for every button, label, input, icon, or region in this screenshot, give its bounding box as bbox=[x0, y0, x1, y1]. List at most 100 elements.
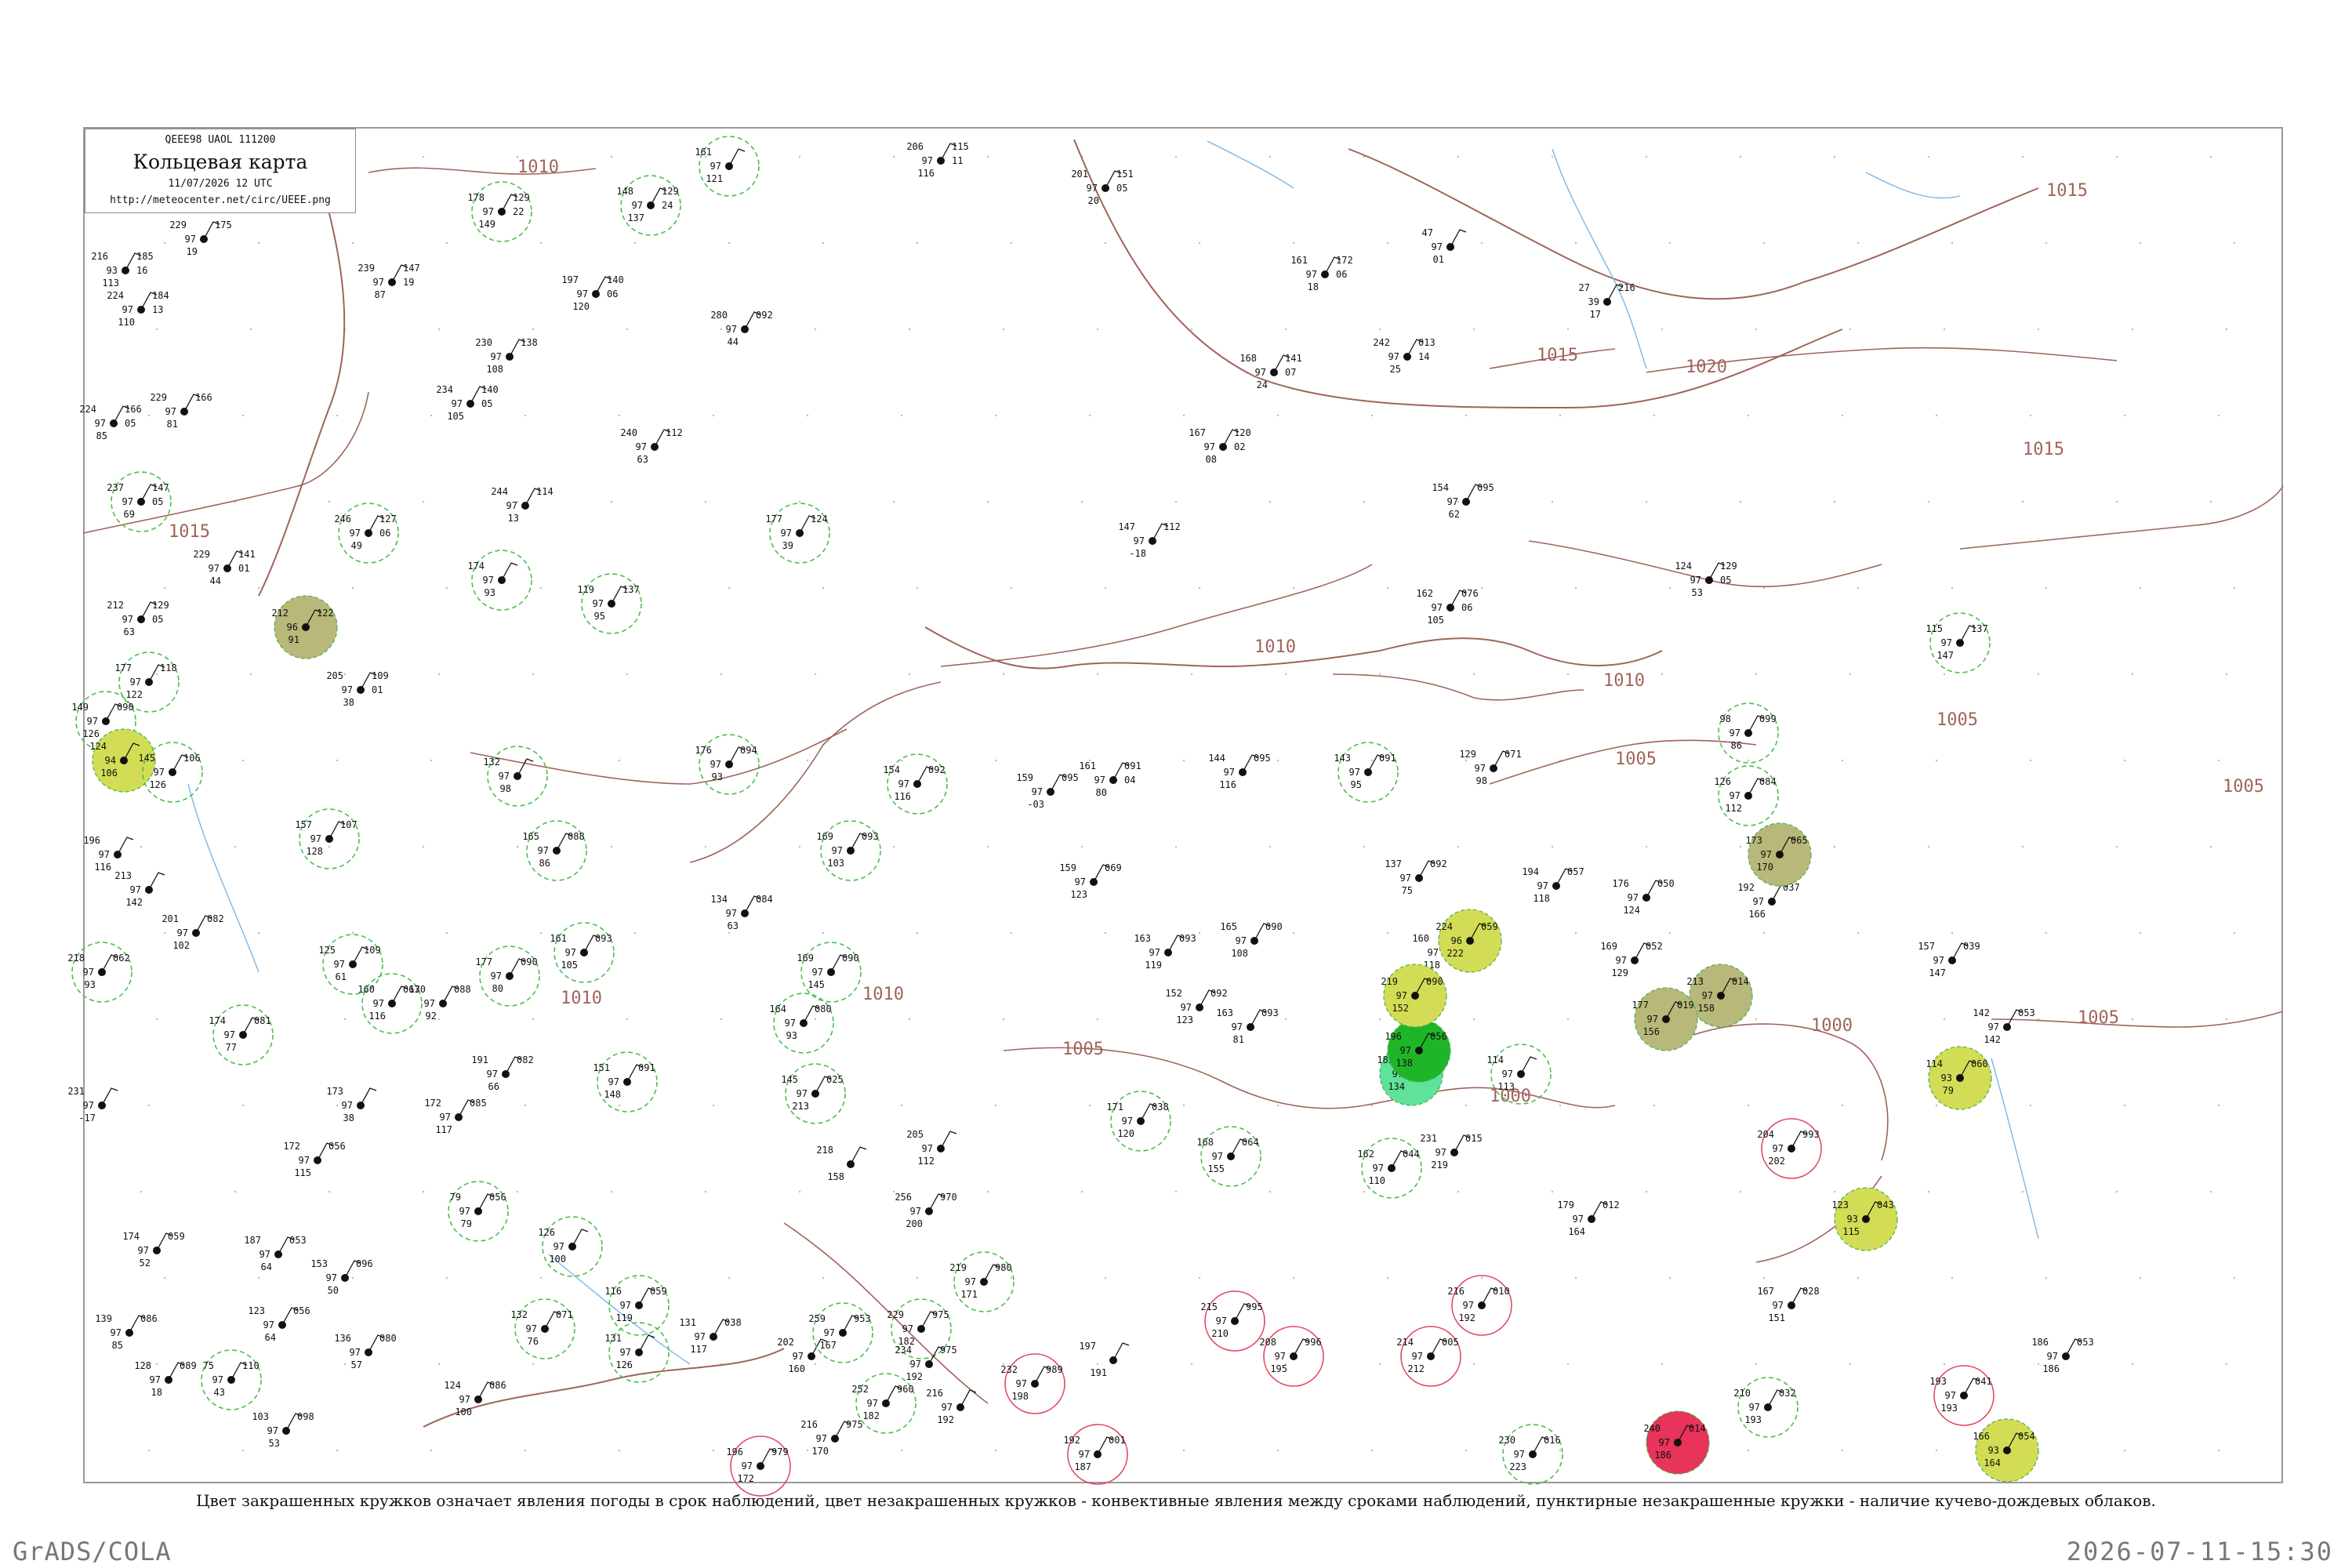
station[interactable]: 194 057 97 118 bbox=[1522, 866, 1584, 904]
station[interactable]: 47 97 01 bbox=[1422, 227, 1467, 265]
station[interactable]: 136 080 9757 bbox=[334, 1333, 396, 1370]
station[interactable]: 159 069 97 123 bbox=[1059, 862, 1121, 900]
station[interactable]: 208 996 97195 bbox=[1259, 1326, 1324, 1387]
station[interactable]: 177 090 9780 bbox=[475, 946, 540, 1007]
station[interactable]: 160 06397116 bbox=[358, 973, 423, 1034]
station[interactable]: 148 129 97 24 137 bbox=[616, 175, 681, 236]
station[interactable]: 163 093 9781 bbox=[1216, 1007, 1278, 1045]
station[interactable]: 145 025 97 213 bbox=[781, 1063, 846, 1124]
station[interactable]: 192 001 97187 bbox=[1063, 1424, 1128, 1485]
station[interactable]: 231 015 97 219 bbox=[1420, 1133, 1482, 1171]
station[interactable]: 159 095 97 -03 bbox=[1016, 772, 1078, 810]
station[interactable]: 172 085 97117 bbox=[424, 1098, 486, 1135]
station[interactable]: 169 093 97 103 bbox=[816, 820, 881, 881]
station[interactable]: 213 97 142 bbox=[114, 870, 165, 908]
station[interactable]: 191 082 9766 bbox=[471, 1054, 533, 1092]
station[interactable]: 230 138 97 108 bbox=[475, 337, 537, 375]
station[interactable]: 206 115 97 11 116 bbox=[906, 141, 968, 179]
station[interactable]: 216 97192 bbox=[926, 1388, 977, 1425]
station[interactable]: 114 060 93 79 bbox=[1926, 1046, 1992, 1110]
station[interactable]: 170 088 97 92 bbox=[408, 984, 470, 1022]
station[interactable]: 176 050 97 124 bbox=[1612, 878, 1674, 916]
station[interactable]: 205 109 97 01 38 bbox=[326, 670, 388, 708]
station[interactable]: 242 013 97 14 25 bbox=[1373, 337, 1435, 375]
station[interactable]: 216 010 97192 bbox=[1447, 1275, 1512, 1336]
station[interactable]: 216 975 97 170 bbox=[800, 1419, 862, 1457]
station[interactable]: 212 122 9691 bbox=[271, 595, 338, 659]
station[interactable]: 157 107 97 128 bbox=[295, 808, 360, 869]
station[interactable]: 224 059 96 222 bbox=[1436, 909, 1502, 973]
station[interactable]: 173 065 97 170 bbox=[1745, 822, 1812, 887]
station[interactable]: 166 054 93164 bbox=[1973, 1418, 2039, 1483]
station[interactable]: 174 059 97 52 bbox=[122, 1231, 184, 1269]
station[interactable]: 174 081 97 77 bbox=[209, 1004, 274, 1065]
station[interactable]: 186 05397186 bbox=[2031, 1337, 2093, 1374]
station[interactable]: 176 094 9793 bbox=[695, 734, 760, 795]
station[interactable]: 244 114 97 13 bbox=[491, 486, 553, 524]
station[interactable]: 239 147 97 19 87 bbox=[358, 263, 419, 300]
station[interactable]: 201 151 97 05 20 bbox=[1071, 169, 1133, 206]
station[interactable]: 212 129 97 05 63 bbox=[107, 600, 169, 637]
station[interactable]: 164 080 9793 bbox=[769, 993, 834, 1054]
station[interactable]: 128 089 97 18 bbox=[134, 1360, 196, 1398]
station[interactable]: 230 016 97223 bbox=[1498, 1424, 1563, 1485]
station[interactable]: 204 993 97 202 bbox=[1757, 1118, 1822, 1179]
station[interactable]: 218 062 9793 bbox=[67, 942, 132, 1003]
station[interactable]: 167 120 97 02 08 bbox=[1189, 427, 1250, 465]
station[interactable]: 143 091 9795 bbox=[1334, 742, 1399, 803]
station[interactable]: 115 137 97 147 bbox=[1926, 612, 1991, 673]
station[interactable]: 192 03797166 bbox=[1737, 882, 1799, 920]
station[interactable]: 157 039 97147 bbox=[1918, 941, 1980, 978]
station[interactable]: 224 166 97 05 85 bbox=[79, 404, 141, 441]
station[interactable]: 256 970 97200 bbox=[895, 1192, 956, 1229]
station[interactable]: 126 97 100 bbox=[538, 1216, 603, 1277]
station[interactable]: 169 052 97129 bbox=[1600, 941, 1662, 978]
station[interactable]: 232 989 97 198 bbox=[1000, 1353, 1065, 1414]
station[interactable]: 151 091 97 148 bbox=[593, 1051, 658, 1112]
station[interactable]: 187 053 9764 bbox=[244, 1235, 306, 1272]
station[interactable]: 162 076 97 06 105 bbox=[1416, 588, 1478, 626]
station[interactable]: 161 172 97 06 18 bbox=[1290, 255, 1352, 292]
station[interactable]: 167 028 97151 bbox=[1757, 1286, 1819, 1323]
station[interactable]: 234 975 97192 bbox=[895, 1345, 956, 1382]
weather-map[interactable]: 1010101510101010101010151020101510151010… bbox=[0, 0, 2352, 1568]
station[interactable]: 171 038 97120 bbox=[1106, 1091, 1171, 1152]
station[interactable]: 210 032 97193 bbox=[1733, 1377, 1798, 1438]
station[interactable]: 163 093 97 119 bbox=[1134, 933, 1196, 971]
station[interactable]: 165 090 97 108 bbox=[1220, 921, 1282, 959]
station[interactable]: 178 129 97 22 149 bbox=[467, 181, 532, 242]
station[interactable]: 79 0569779 bbox=[448, 1181, 509, 1242]
station[interactable]: 219 980 97 171 bbox=[949, 1251, 1014, 1312]
station[interactable]: 132 071 97 76 bbox=[510, 1298, 575, 1359]
station[interactable]: 142 05397142 bbox=[1973, 1007, 2034, 1045]
station[interactable]: 123 056 97 64 bbox=[248, 1305, 310, 1343]
station[interactable]: 124 129 97 05 53 bbox=[1675, 561, 1737, 598]
station[interactable]: 219 090 97 152 bbox=[1381, 964, 1447, 1028]
station[interactable]: 132 9798 bbox=[483, 746, 548, 807]
station[interactable]: 119 137 97 95 bbox=[577, 573, 642, 634]
station[interactable]: 214 005 97212 bbox=[1396, 1326, 1461, 1387]
station[interactable]: 168 064 97155 bbox=[1196, 1126, 1261, 1187]
station[interactable]: 131 97126 bbox=[604, 1322, 670, 1383]
station[interactable]: 237 147 97 05 69 bbox=[107, 471, 172, 532]
station[interactable]: 123 043 93115 bbox=[1831, 1187, 1898, 1251]
station[interactable]: 144 095 97116 bbox=[1208, 753, 1270, 790]
station[interactable]: 240 014 97 186 bbox=[1643, 1410, 1710, 1475]
station[interactable]: 98 099 9786 bbox=[1718, 702, 1779, 764]
station[interactable]: 172 056 97115 bbox=[283, 1141, 345, 1178]
station[interactable]: 161 091 97 04 80 bbox=[1079, 760, 1141, 798]
station[interactable]: 129 071 9798 bbox=[1459, 749, 1521, 786]
station[interactable]: 173 9738 bbox=[326, 1086, 377, 1123]
station[interactable]: 152 092 97123 bbox=[1165, 988, 1227, 1025]
station[interactable]: 154 092 97 116 bbox=[883, 753, 948, 815]
station[interactable]: 153 096 97 50 bbox=[310, 1258, 372, 1296]
station[interactable]: 224 184 97 13 110 bbox=[107, 290, 169, 328]
station[interactable]: 215 995 97210 bbox=[1200, 1290, 1265, 1352]
station[interactable]: 126 084 97 112 bbox=[1714, 765, 1779, 826]
station[interactable]: 218 158 bbox=[816, 1145, 867, 1182]
station[interactable]: 280 092 9744 bbox=[710, 310, 772, 347]
station[interactable]: 161 093 97 105 bbox=[550, 922, 615, 983]
station[interactable]: 196 979 97172 bbox=[726, 1436, 791, 1497]
station[interactable]: 240 112 97 63 bbox=[620, 427, 682, 465]
station[interactable]: 179 012 97164 bbox=[1557, 1200, 1619, 1237]
